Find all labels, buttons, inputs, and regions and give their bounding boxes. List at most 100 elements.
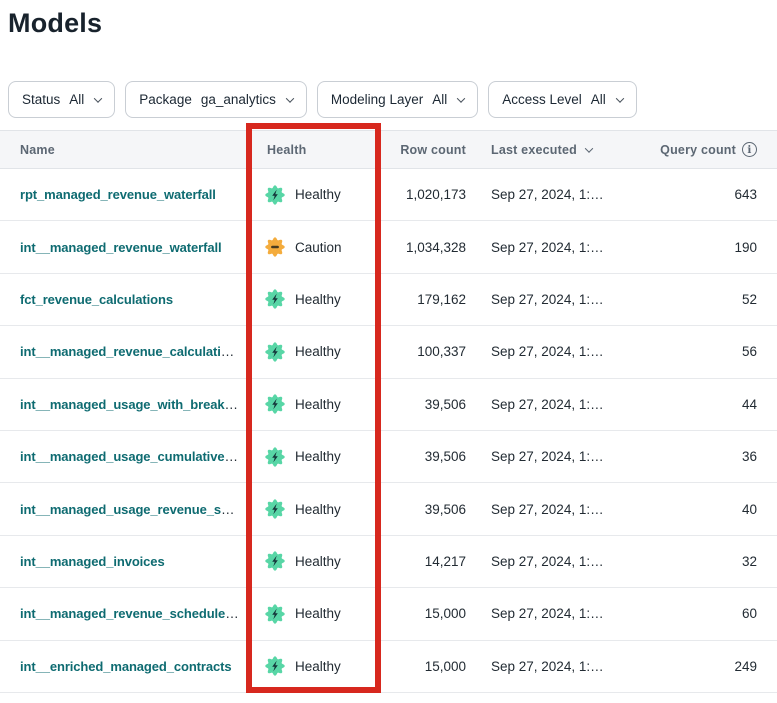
health-status-label: Healthy [295, 449, 341, 464]
column-header-row-count: Row count [381, 143, 466, 157]
status-filter-value: All [69, 92, 84, 107]
models-table: Name Health Row count Last executed Quer… [0, 130, 777, 693]
model-name-link[interactable]: int__managed_revenue_waterfall [20, 240, 221, 255]
model-name-link[interactable]: fct_revenue_calculations [20, 292, 173, 307]
chevron-down-icon [585, 144, 593, 152]
model-name-link[interactable]: int__managed_usage_with_breaka… [20, 397, 245, 412]
query-count-cell: 44 [640, 397, 777, 412]
model-name-cell: int__managed_usage_revenue_sc… [0, 502, 245, 517]
last-executed-cell: Sep 27, 2024, 1:… [466, 502, 640, 517]
table-row: int__managed_usage_with_breaka… Healthy … [0, 379, 777, 431]
row-count-cell: 39,506 [381, 502, 466, 517]
table-row: int__managed_usage_cumulative_… Healthy … [0, 431, 777, 483]
health-status-icon [265, 656, 285, 676]
query-count-cell: 643 [640, 187, 777, 202]
health-cell: Healthy [245, 394, 381, 414]
access-level-filter-label: Access Level [502, 92, 582, 107]
column-header-last-executed-label: Last executed [491, 143, 577, 157]
status-filter-label: Status [22, 92, 60, 107]
column-header-query-count: Query count i [640, 142, 777, 157]
model-name-link[interactable]: int__managed_revenue_schedule_… [20, 606, 245, 621]
query-count-cell: 40 [640, 502, 777, 517]
chevron-down-icon [286, 94, 294, 102]
health-status-icon [265, 237, 285, 257]
model-name-cell: int__managed_revenue_schedule_… [0, 606, 245, 621]
table-row: int__managed_revenue_waterfall Caution 1… [0, 221, 777, 273]
row-count-cell: 1,034,328 [381, 240, 466, 255]
health-cell: Healthy [245, 289, 381, 309]
last-executed-cell: Sep 27, 2024, 1:… [466, 344, 640, 359]
health-status-icon [265, 394, 285, 414]
package-filter[interactable]: Package ga_analytics [125, 81, 307, 118]
table-row: fct_revenue_calculations Healthy 179,162… [0, 274, 777, 326]
health-status-label: Healthy [295, 397, 341, 412]
modeling-layer-filter[interactable]: Modeling Layer All [317, 81, 478, 118]
health-status-label: Healthy [295, 344, 341, 359]
column-header-health: Health [245, 143, 381, 157]
health-status-label: Healthy [295, 659, 341, 674]
info-icon[interactable]: i [742, 142, 757, 157]
query-count-cell: 36 [640, 449, 777, 464]
last-executed-cell: Sep 27, 2024, 1:… [466, 292, 640, 307]
last-executed-cell: Sep 27, 2024, 1:… [466, 397, 640, 412]
modeling-layer-filter-label: Modeling Layer [331, 92, 423, 107]
package-filter-value: ga_analytics [201, 92, 276, 107]
row-count-cell: 15,000 [381, 606, 466, 621]
health-status-label: Caution [295, 240, 342, 255]
query-count-cell: 52 [640, 292, 777, 307]
page-title: Models [8, 6, 777, 40]
last-executed-cell: Sep 27, 2024, 1:… [466, 554, 640, 569]
health-status-icon [265, 289, 285, 309]
filter-bar: Status All Package ga_analytics Modeling… [8, 81, 777, 118]
health-status-icon [265, 447, 285, 467]
health-status-label: Healthy [295, 292, 341, 307]
access-level-filter[interactable]: Access Level All [488, 81, 637, 118]
model-name-cell: rpt_managed_revenue_waterfall [0, 187, 245, 202]
chevron-down-icon [457, 94, 465, 102]
health-status-icon [265, 604, 285, 624]
model-name-cell: fct_revenue_calculations [0, 292, 245, 307]
health-cell: Healthy [245, 604, 381, 624]
query-count-cell: 32 [640, 554, 777, 569]
health-status-label: Healthy [295, 502, 341, 517]
health-status-label: Healthy [295, 606, 341, 621]
table-header-row: Name Health Row count Last executed Quer… [0, 130, 777, 169]
model-name-cell: int__managed_revenue_calculations [0, 344, 245, 359]
access-level-filter-value: All [591, 92, 606, 107]
model-name-link[interactable]: int__managed_revenue_calculations [20, 344, 244, 359]
last-executed-cell: Sep 27, 2024, 1:… [466, 240, 640, 255]
health-status-icon [265, 342, 285, 362]
models-page: Models Status All Package ga_analytics M… [0, 0, 777, 703]
row-count-cell: 39,506 [381, 397, 466, 412]
health-cell: Healthy [245, 342, 381, 362]
last-executed-cell: Sep 27, 2024, 1:… [466, 187, 640, 202]
model-name-link[interactable]: int__managed_invoices [20, 554, 165, 569]
chevron-down-icon [94, 94, 102, 102]
health-cell: Healthy [245, 656, 381, 676]
health-cell: Healthy [245, 551, 381, 571]
column-header-last-executed[interactable]: Last executed [466, 143, 640, 157]
column-header-name: Name [0, 143, 245, 157]
table-row: int__managed_usage_revenue_sc… Healthy 3… [0, 483, 777, 535]
health-cell: Caution [245, 237, 381, 257]
model-name-link[interactable]: int__enriched_managed_contracts [20, 659, 231, 674]
health-cell: Healthy [245, 447, 381, 467]
model-name-cell: int__managed_usage_with_breaka… [0, 397, 245, 412]
last-executed-cell: Sep 27, 2024, 1:… [466, 449, 640, 464]
health-status-label: Healthy [295, 187, 341, 202]
table-row: int__managed_invoices Healthy 14,217 Sep… [0, 536, 777, 588]
model-name-link[interactable]: int__managed_usage_revenue_sc… [20, 502, 241, 517]
table-body: rpt_managed_revenue_waterfall Healthy 1,… [0, 169, 777, 693]
table-row: int__enriched_managed_contracts Healthy … [0, 641, 777, 693]
table-row: rpt_managed_revenue_waterfall Healthy 1,… [0, 169, 777, 221]
model-name-link[interactable]: int__managed_usage_cumulative_… [20, 449, 245, 464]
chevron-down-icon [616, 94, 624, 102]
row-count-cell: 14,217 [381, 554, 466, 569]
status-filter[interactable]: Status All [8, 81, 115, 118]
model-name-cell: int__enriched_managed_contracts [0, 659, 245, 674]
query-count-cell: 249 [640, 659, 777, 674]
health-status-icon [265, 185, 285, 205]
model-name-cell: int__managed_invoices [0, 554, 245, 569]
row-count-cell: 39,506 [381, 449, 466, 464]
model-name-link[interactable]: rpt_managed_revenue_waterfall [20, 187, 216, 202]
